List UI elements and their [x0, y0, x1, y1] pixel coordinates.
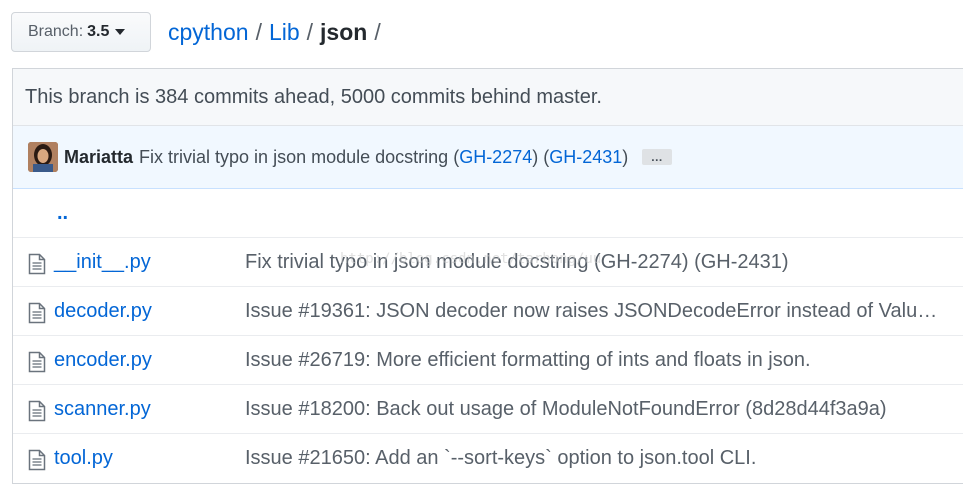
file-commit-message[interactable]: Issue #19361: JSON decoder now raises JS… [245, 300, 937, 323]
commit-paren: ) [622, 146, 629, 167]
file-row: __init__.py Fix trivial typo in json modu… [13, 238, 963, 287]
avatar-image-icon [28, 142, 58, 172]
file-icon [28, 253, 46, 275]
file-row: tool.py Issue #21650: Add an `--sort-keys… [13, 434, 963, 483]
file-icon [28, 449, 46, 471]
latest-commit-bar: Mariatta Fix trivial typo in json module… [13, 126, 963, 189]
parent-directory-row: .. [13, 189, 963, 238]
breadcrumb-lib-link[interactable]: Lib [269, 19, 300, 46]
avatar[interactable] [28, 142, 58, 172]
file-icon [28, 400, 46, 422]
file-commit-message[interactable]: Issue #18200: Back out usage of ModuleNo… [245, 398, 887, 421]
breadcrumb-separator: / [306, 18, 314, 45]
commit-message-text[interactable]: Fix trivial typo in json module docstrin… [139, 147, 448, 167]
file-commit-message[interactable]: Fix trivial typo in json module docstrin… [245, 251, 789, 274]
expand-commit-button[interactable]: … [642, 149, 673, 165]
commit-paren: ) [532, 146, 539, 167]
file-row: decoder.py Issue #19361: JSON decoder now… [13, 287, 963, 336]
breadcrumb-separator: / [374, 18, 381, 45]
file-row: encoder.py Issue #26719: More efficient f… [13, 336, 963, 385]
commit-message: Fix trivial typo in json module docstrin… [139, 147, 628, 168]
branch-value: 3.5 [87, 23, 110, 40]
caret-down-icon [115, 29, 126, 35]
file-name-link[interactable]: decoder.py [54, 300, 152, 323]
file-row: scanner.py Issue #18200: Back out usage o… [13, 385, 963, 434]
file-icon [28, 302, 46, 324]
file-list: __init__.py Fix trivial typo in json modu… [13, 238, 963, 483]
file-name-link[interactable]: encoder.py [54, 349, 152, 372]
file-icon [28, 351, 46, 373]
file-name-link[interactable]: __init__.py [54, 251, 151, 274]
commit-ref-link[interactable]: GH-2431 [549, 147, 622, 167]
file-commit-message[interactable]: Issue #21650: Add an `--sort-keys` optio… [245, 447, 756, 470]
file-name-link[interactable]: tool.py [54, 447, 113, 470]
breadcrumb-separator: / [255, 18, 262, 45]
parent-directory-link[interactable]: .. [57, 202, 68, 225]
branch-status-notice: This branch is 384 commits ahead, 5000 c… [13, 69, 963, 126]
file-name-link[interactable]: scanner.py [54, 398, 151, 421]
commit-author[interactable]: Mariatta [64, 147, 133, 168]
breadcrumb-current: json [320, 18, 368, 45]
branch-select-button[interactable]: Branch: 3.5 [11, 12, 151, 52]
file-commit-message[interactable]: Issue #26719: More efficient formatting … [245, 349, 811, 372]
file-browser: This branch is 384 commits ahead, 5000 c… [12, 68, 963, 484]
breadcrumb: cpython / Lib / json / [168, 19, 388, 46]
top-bar: Branch: 3.5 cpython / Lib / json / [11, 12, 388, 52]
breadcrumb-repo-link[interactable]: cpython [168, 19, 249, 46]
commit-ref-link[interactable]: GH-2274 [459, 147, 532, 167]
branch-label: Branch: [28, 23, 84, 40]
